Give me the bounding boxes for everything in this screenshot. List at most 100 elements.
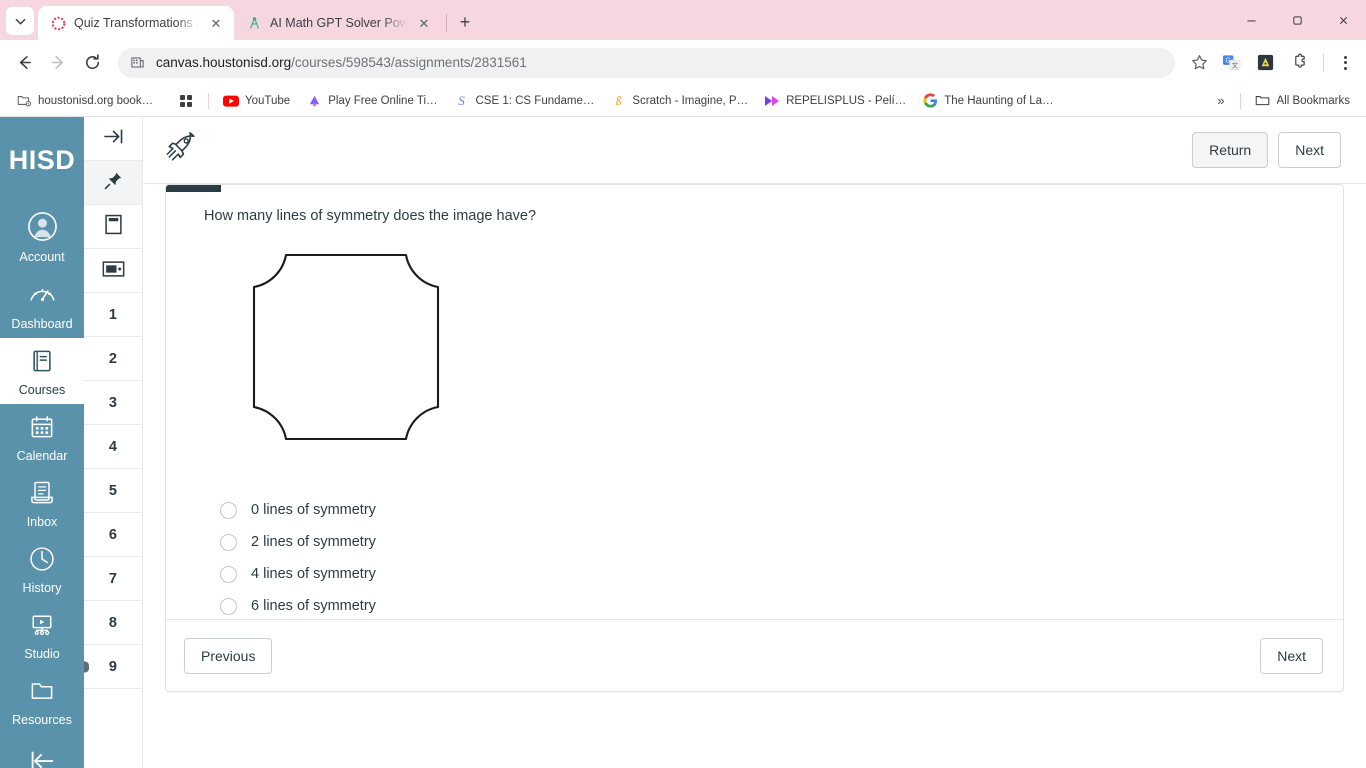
- all-bookmarks-button[interactable]: All Bookmarks: [1248, 89, 1358, 113]
- answer-option-6[interactable]: 6 lines of symmetry: [216, 590, 1319, 622]
- back-icon[interactable]: [8, 47, 40, 79]
- next-button-bottom[interactable]: Next: [1260, 637, 1323, 674]
- question-card: How many lines of symmetry does the imag…: [165, 184, 1344, 692]
- quiz-pin-button[interactable]: [84, 161, 142, 205]
- question-card-accent: [166, 185, 221, 192]
- question-nav-8[interactable]: 8: [84, 601, 142, 645]
- sidebar-item-label: Dashboard: [11, 317, 73, 331]
- browser-toolbar: canvas.houstonisd.org/courses/598543/ass…: [0, 40, 1366, 85]
- question-number: 5: [108, 482, 118, 499]
- radio-icon[interactable]: [220, 597, 237, 615]
- bookmarks-bar: houstonisd.org bookmarks YouTube Play Fr…: [0, 85, 1366, 117]
- question-nav-6[interactable]: 6: [84, 513, 142, 557]
- folder-icon: [1255, 93, 1271, 109]
- question-body: How many lines of symmetry does the imag…: [166, 185, 1343, 622]
- collapse-icon: [27, 748, 57, 768]
- bookmark-apps-grid[interactable]: [171, 89, 201, 113]
- radio-icon[interactable]: [220, 501, 237, 519]
- extension-icon[interactable]: [1252, 50, 1278, 76]
- close-window-button[interactable]: [1320, 0, 1366, 40]
- minimize-button[interactable]: [1228, 0, 1274, 40]
- answer-label: 6 lines of symmetry: [251, 598, 376, 614]
- sidebar-item-label: Inbox: [26, 515, 58, 529]
- quiz-header: Return Next: [143, 117, 1366, 184]
- sidebar-item-calendar[interactable]: Calendar: [0, 404, 84, 470]
- tab-ai-math-gpt[interactable]: AI Math GPT Solver Powered by ✕: [234, 6, 442, 40]
- bookmark-repelisplus[interactable]: REPELISPLUS - Pelí…: [757, 89, 913, 113]
- question-nav-7[interactable]: 7: [84, 557, 142, 601]
- sidebar-item-label: Account: [19, 250, 65, 264]
- courses-icon: [28, 347, 56, 380]
- sidebar-item-studio[interactable]: Studio: [0, 602, 84, 668]
- new-tab-button[interactable]: +: [451, 8, 479, 36]
- question-nav-4[interactable]: 4: [84, 425, 142, 469]
- bookmark-youtube[interactable]: YouTube: [216, 89, 297, 113]
- scratch-icon: ß: [610, 93, 626, 109]
- maximize-button[interactable]: [1274, 0, 1320, 40]
- question-number: 9: [108, 658, 118, 675]
- answer-option-4[interactable]: 4 lines of symmetry: [216, 558, 1319, 590]
- bookmark-label: The Haunting of La…: [944, 94, 1054, 107]
- reload-icon[interactable]: [76, 47, 108, 79]
- close-icon[interactable]: ✕: [207, 14, 225, 32]
- bookmark-star-icon[interactable]: [1185, 49, 1213, 77]
- browser-menu-icon[interactable]: [1332, 48, 1358, 78]
- window-controls: [1228, 0, 1366, 40]
- sidebar-item-inbox[interactable]: Inbox: [0, 470, 84, 536]
- tab-search-button[interactable]: [6, 7, 34, 35]
- site-info-icon[interactable]: [128, 54, 146, 72]
- page-content: HISD Account Dashboard Courses Calendar …: [0, 117, 1366, 768]
- bookmarks-overflow-button[interactable]: »: [1209, 89, 1232, 112]
- all-bookmarks-label: All Bookmarks: [1276, 94, 1351, 107]
- radio-icon[interactable]: [220, 565, 237, 583]
- studio-icon: [28, 611, 56, 644]
- sidebar-item-label: History: [22, 581, 62, 595]
- folder-settings-icon: [16, 93, 32, 109]
- bookmark-cse1[interactable]: S CSE 1: CS Fundame…: [447, 89, 602, 113]
- close-icon[interactable]: ✕: [415, 14, 433, 32]
- sidebar-item-courses[interactable]: Courses: [0, 338, 84, 404]
- bookmark-haunting[interactable]: The Haunting of La…: [915, 89, 1060, 113]
- answer-options: 0 lines of symmetry 2 lines of symmetry …: [216, 494, 1319, 622]
- translate-icon[interactable]: G 文: [1218, 50, 1244, 76]
- question-nav-2[interactable]: 2: [84, 337, 142, 381]
- question-nav-9[interactable]: 9: [84, 645, 142, 689]
- bookmark-label: CSE 1: CS Fundame…: [475, 94, 595, 107]
- bookmark-play-free-online[interactable]: Play Free Online Ti…: [299, 89, 444, 113]
- bookmark-label: REPELISPLUS - Pelí…: [786, 94, 907, 107]
- answer-option-2[interactable]: 2 lines of symmetry: [216, 526, 1319, 558]
- browser-window: Quiz Transformations & Congr ✕ AI Math G…: [0, 0, 1366, 768]
- return-button[interactable]: Return: [1192, 132, 1269, 168]
- question-nav-3[interactable]: 3: [84, 381, 142, 425]
- collapse-nav-button[interactable]: [0, 748, 84, 768]
- quiz-scroll-area[interactable]: How many lines of symmetry does the imag…: [143, 184, 1366, 768]
- answer-option-0[interactable]: 0 lines of symmetry: [216, 494, 1319, 526]
- radio-icon[interactable]: [220, 533, 237, 551]
- quiz-collapse-panel-button[interactable]: [84, 117, 142, 161]
- video-icon: [764, 93, 780, 109]
- bookmark-houstonisd[interactable]: houstonisd.org bookmarks: [9, 89, 169, 113]
- bookmark-label: Scratch - Imagine, P…: [632, 94, 749, 107]
- tab-quiz-transformations[interactable]: Quiz Transformations & Congr ✕: [38, 6, 234, 40]
- puzzle-icon[interactable]: [1286, 50, 1312, 76]
- bookmark-scratch[interactable]: ß Scratch - Imagine, P…: [603, 89, 755, 113]
- bookmark-divider: [208, 92, 209, 109]
- quiz-calculator-button[interactable]: [84, 249, 142, 293]
- rocket-icon[interactable]: [165, 131, 199, 170]
- folder-icon: [28, 677, 56, 710]
- sidebar-item-resources[interactable]: Resources: [0, 668, 84, 734]
- sidebar-item-dashboard[interactable]: Dashboard: [0, 271, 84, 338]
- question-nav-1[interactable]: 1: [84, 293, 142, 337]
- next-button-top[interactable]: Next: [1278, 132, 1341, 168]
- collapse-panel-icon: [103, 128, 124, 149]
- url-path: /courses/598543/assignments/2831561: [291, 55, 527, 70]
- answer-label: 2 lines of symmetry: [251, 534, 376, 550]
- previous-button[interactable]: Previous: [184, 637, 273, 674]
- notepad-icon: [104, 214, 123, 239]
- forward-icon[interactable]: [42, 47, 74, 79]
- quiz-notepad-button[interactable]: [84, 205, 142, 249]
- question-nav-5[interactable]: 5: [84, 469, 142, 513]
- sidebar-item-account[interactable]: Account: [0, 202, 84, 271]
- address-bar[interactable]: canvas.houstonisd.org/courses/598543/ass…: [118, 47, 1175, 78]
- sidebar-item-history[interactable]: History: [0, 536, 84, 602]
